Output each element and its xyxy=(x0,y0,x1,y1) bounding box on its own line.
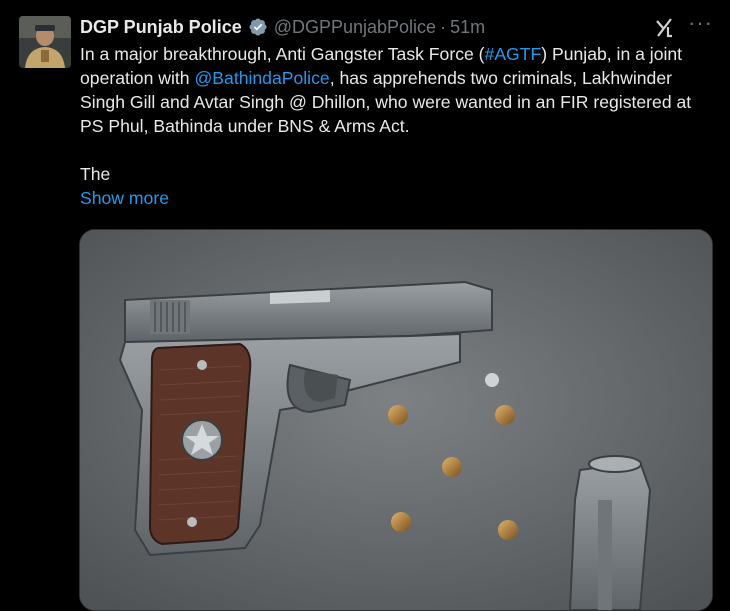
more-button[interactable]: ··· xyxy=(688,12,718,38)
more-icon: ··· xyxy=(688,10,713,35)
tweet-text-continued: The xyxy=(80,164,111,184)
verified-badge-icon xyxy=(249,18,267,36)
grok-icon xyxy=(656,18,672,38)
handle[interactable]: @DGPPunjabPolice xyxy=(274,17,436,38)
tweet-media-image[interactable] xyxy=(79,229,713,611)
tweet[interactable]: DGP Punjab Police @DGPPunjabPolice · 51m… xyxy=(0,0,730,611)
avatar[interactable] xyxy=(19,16,71,68)
tweet-text: In a major breakthrough, Anti Gangster T… xyxy=(80,42,710,210)
tweet-text-part: In a major breakthrough, Anti Gangster T… xyxy=(80,44,485,64)
avatar-image xyxy=(19,16,71,68)
hashtag-link[interactable]: #AGTF xyxy=(485,44,542,64)
show-more-link[interactable]: Show more xyxy=(80,186,710,210)
timestamp[interactable]: 51m xyxy=(450,17,485,38)
display-name[interactable]: DGP Punjab Police xyxy=(80,17,242,38)
separator-dot: · xyxy=(440,16,447,37)
pistol-and-cartridges-photo xyxy=(80,230,712,610)
tweet-header: DGP Punjab Police @DGPPunjabPolice · 51m xyxy=(80,14,485,40)
mention-link[interactable]: @BathindaPolice xyxy=(194,68,329,88)
grok-button[interactable] xyxy=(654,16,676,38)
